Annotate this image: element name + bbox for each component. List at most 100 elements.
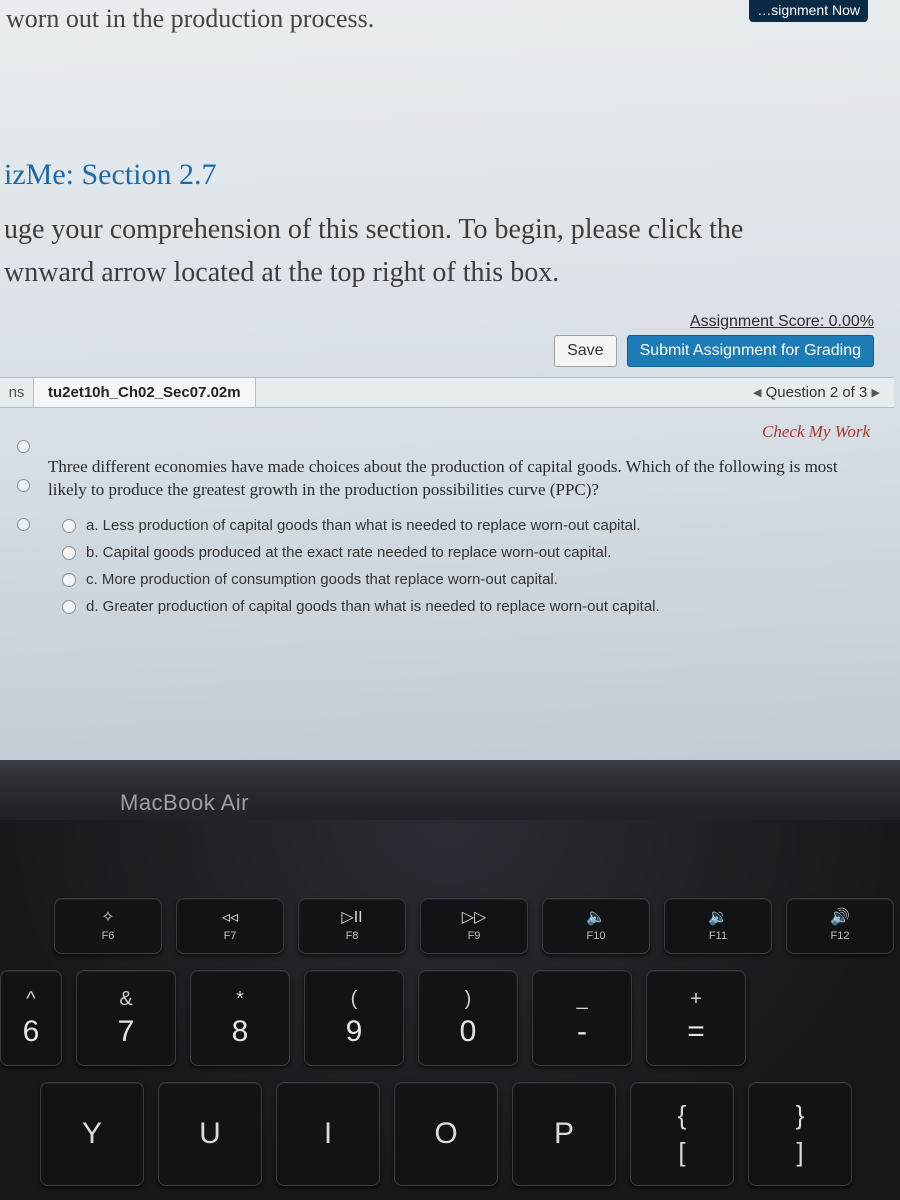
- key-label: F6: [102, 930, 115, 942]
- key-[interactable]: }]: [748, 1082, 852, 1186]
- media-glyph-icon: 🔊: [830, 910, 850, 926]
- key-upper-glyph: }: [796, 1100, 805, 1131]
- question-counter: Question 2 of 3: [766, 384, 868, 401]
- key-label: F10: [587, 930, 606, 942]
- check-my-work-link[interactable]: Check My Work: [762, 422, 870, 441]
- letter-key-row: YUIOP{[}]: [0, 1074, 900, 1194]
- question-text: Three different economies have made choi…: [0, 452, 894, 502]
- laptop-screen: …signment Now worn out in the production…: [0, 0, 900, 760]
- key-upper-glyph: &: [119, 988, 132, 1011]
- check-my-work-row: Check My Work: [0, 408, 894, 452]
- answer-label: a. Less production of capital goods than…: [86, 517, 641, 534]
- laptop-keyboard: ✧F6◃◃F7▷IIF8▷▷F9🔈F10🔉F11🔊F12 ^6&7*8(9)0_…: [0, 820, 900, 1200]
- key-glyph: O: [434, 1117, 457, 1151]
- assignment-score[interactable]: Assignment Score: 0.00%: [0, 295, 894, 335]
- key-0[interactable]: )0: [418, 970, 518, 1066]
- media-glyph-icon: 🔈: [586, 910, 606, 926]
- laptop-model-label: MacBook Air: [120, 790, 249, 816]
- key-glyph: Y: [82, 1117, 102, 1151]
- step-dot[interactable]: [17, 518, 30, 531]
- radio-icon[interactable]: [62, 600, 76, 614]
- key-lower-glyph: [: [678, 1137, 685, 1168]
- tab-stub[interactable]: ns: [0, 378, 34, 407]
- key-[interactable]: +=: [646, 970, 746, 1066]
- key-9[interactable]: (9: [304, 970, 404, 1066]
- key-Y[interactable]: Y: [40, 1082, 144, 1186]
- action-buttons: Save Submit Assignment for Grading: [0, 335, 894, 377]
- question-tab-bar: ns tu2et10h_Ch02_Sec07.02m ◀ Question 2 …: [0, 377, 894, 408]
- key-f12[interactable]: 🔊 F12: [786, 898, 894, 954]
- key-lower-glyph: 0: [460, 1015, 477, 1049]
- instructions-line-2: wnward arrow located at the top right of…: [4, 257, 559, 288]
- key-f7[interactable]: ◃◃ F7: [176, 898, 284, 954]
- key-U[interactable]: U: [158, 1082, 262, 1186]
- radio-icon[interactable]: [62, 546, 76, 560]
- key-glyph: P: [554, 1117, 574, 1151]
- key-upper-glyph: ): [465, 988, 472, 1011]
- radio-icon[interactable]: [62, 519, 76, 533]
- prev-question-icon[interactable]: ◀: [753, 387, 761, 399]
- key-lower-glyph: 6: [23, 1015, 40, 1049]
- key-lower-glyph: =: [687, 1015, 705, 1049]
- key-label: F8: [346, 930, 359, 942]
- media-glyph-icon: ✧: [101, 910, 114, 926]
- answer-label: b. Capital goods produced at the exact r…: [86, 544, 611, 561]
- key-label: F12: [831, 930, 850, 942]
- key-8[interactable]: *8: [190, 970, 290, 1066]
- key-[interactable]: _-: [532, 970, 632, 1066]
- key-glyph: I: [324, 1117, 332, 1151]
- key-f6[interactable]: ✧ F6: [54, 898, 162, 954]
- answer-option-c[interactable]: c. More production of consumption goods …: [62, 566, 884, 593]
- submit-button[interactable]: Submit Assignment for Grading: [627, 335, 874, 367]
- answer-label: d. Greater production of capital goods t…: [86, 598, 660, 615]
- key-upper-glyph: +: [690, 988, 702, 1011]
- key-upper-glyph: (: [351, 988, 358, 1011]
- key-f11[interactable]: 🔉 F11: [664, 898, 772, 954]
- key-lower-glyph: ]: [796, 1137, 803, 1168]
- key-upper-glyph: *: [236, 988, 244, 1011]
- key-glyph: U: [199, 1117, 221, 1151]
- key-I[interactable]: I: [276, 1082, 380, 1186]
- function-key-row: ✧ F6 ◃◃ F7 ▷II F8 ▷▷ F9 🔈 F10 🔉 F11 🔊 F12: [0, 890, 900, 962]
- key-lower-glyph: 7: [118, 1015, 135, 1049]
- key-lower-glyph: 9: [346, 1015, 363, 1049]
- key-label: F7: [224, 930, 237, 942]
- key-P[interactable]: P: [512, 1082, 616, 1186]
- key-6[interactable]: ^6: [0, 970, 62, 1066]
- next-question-icon[interactable]: ▶: [872, 387, 880, 399]
- instructions-text: uge your comprehension of this section. …: [0, 208, 894, 295]
- assignment-now-badge: …signment Now: [749, 0, 868, 22]
- key-label: F11: [709, 930, 727, 942]
- key-f8[interactable]: ▷II F8: [298, 898, 406, 954]
- media-glyph-icon: ◃◃: [222, 910, 238, 926]
- key-f10[interactable]: 🔈 F10: [542, 898, 650, 954]
- instructions-line-1: uge your comprehension of this section. …: [4, 214, 743, 245]
- key-lower-glyph: 8: [232, 1015, 249, 1049]
- number-key-row: ^6&7*8(9)0_-+=: [0, 962, 900, 1074]
- question-nav[interactable]: ◀ Question 2 of 3 ▶: [739, 378, 894, 407]
- key-f9[interactable]: ▷▷ F9: [420, 898, 528, 954]
- step-dot[interactable]: [17, 479, 30, 492]
- tab-active-question[interactable]: tu2et10h_Ch02_Sec07.02m: [34, 378, 256, 407]
- key-[interactable]: {[: [630, 1082, 734, 1186]
- key-O[interactable]: O: [394, 1082, 498, 1186]
- step-dot[interactable]: [17, 440, 30, 453]
- key-lower-glyph: -: [577, 1015, 587, 1049]
- radio-icon[interactable]: [62, 573, 76, 587]
- media-glyph-icon: ▷II: [341, 910, 362, 926]
- media-glyph-icon: ▷▷: [462, 910, 487, 926]
- key-label: F9: [468, 930, 481, 942]
- media-glyph-icon: 🔉: [708, 910, 728, 926]
- section-heading: izMe: Section 2.7: [0, 48, 894, 208]
- key-7[interactable]: &7: [76, 970, 176, 1066]
- key-upper-glyph: {: [678, 1100, 687, 1131]
- key-upper-glyph: ^: [26, 988, 35, 1011]
- step-dots: [10, 440, 36, 557]
- answer-label: c. More production of consumption goods …: [86, 571, 558, 588]
- answer-option-b[interactable]: b. Capital goods produced at the exact r…: [62, 539, 884, 566]
- save-button[interactable]: Save: [554, 335, 616, 367]
- answer-option-a[interactable]: a. Less production of capital goods than…: [62, 512, 884, 539]
- answer-option-d[interactable]: d. Greater production of capital goods t…: [62, 593, 884, 620]
- answer-list: a. Less production of capital goods than…: [0, 502, 894, 620]
- key-upper-glyph: _: [576, 988, 587, 1011]
